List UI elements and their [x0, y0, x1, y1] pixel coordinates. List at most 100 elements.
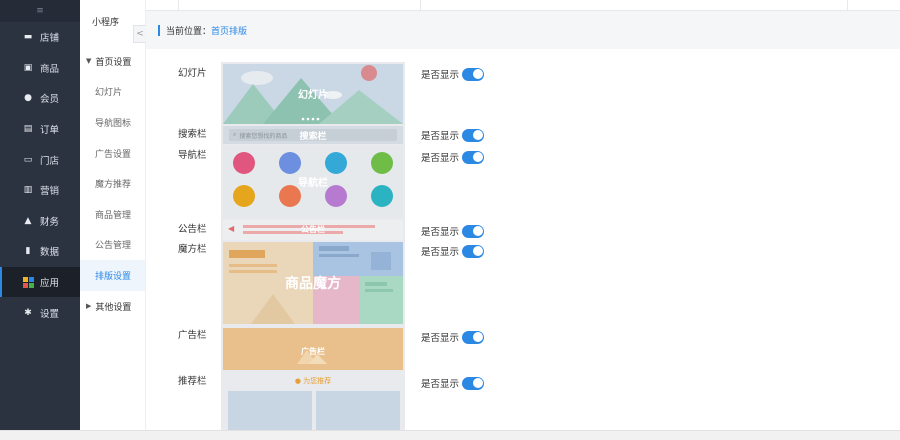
- store-icon: ▬: [23, 32, 33, 43]
- toggle-label: 是否显示: [421, 227, 460, 238]
- breadcrumb-marker: [158, 24, 160, 36]
- sidebar-item-label: 店铺: [40, 33, 60, 45]
- visibility-toggle[interactable]: [462, 150, 485, 164]
- preview-recommend[interactable]: ● 为您推荐: [223, 372, 403, 432]
- sub-nav-item[interactable]: 广告设置: [80, 138, 145, 169]
- breadcrumb-prefix: 当前位置：: [166, 26, 212, 37]
- row-label-notice: 公告栏: [178, 224, 207, 235]
- nav-icon-4: [371, 152, 393, 174]
- sub-nav-item[interactable]: 排版设置: [80, 260, 145, 291]
- notice-overlay-label: 公告栏: [301, 225, 325, 234]
- cube-overlay-label: 商品魔方: [285, 276, 341, 292]
- row-label-nav: 导航栏: [178, 150, 207, 161]
- visibility-toggle[interactable]: [462, 128, 485, 142]
- sub-nav-item[interactable]: 魔方推荐: [80, 168, 145, 199]
- row-visibility-slider: 是否显示: [421, 67, 485, 81]
- nav-overlay-label: 导航栏: [298, 178, 328, 189]
- breadcrumb-current[interactable]: 首页排版: [211, 24, 247, 37]
- toggle-label: 是否显示: [421, 379, 460, 390]
- caret-right-icon: ▶: [86, 302, 92, 311]
- nav-icon-3: [325, 152, 347, 174]
- row-label-search: 搜索栏: [178, 129, 207, 140]
- sidebar-item-label: 财务: [40, 216, 60, 228]
- sidebar-item-marketing[interactable]: ▥ 营销: [0, 175, 80, 206]
- sidebar-item-label: 应用: [40, 278, 60, 290]
- sidebar-item-label: 设置: [40, 308, 60, 320]
- cube-block: [313, 242, 403, 276]
- sidebar-item-settings[interactable]: ✱ 设置: [0, 297, 80, 328]
- sidebar-item-data[interactable]: ▮ 数据: [0, 236, 80, 267]
- apps-icon: [22, 276, 34, 288]
- nav-icon-2: [279, 152, 301, 174]
- product-card: [316, 391, 400, 432]
- sub-nav-item[interactable]: 商品管理: [80, 199, 145, 230]
- sidebar-item-label: 营销: [40, 186, 60, 198]
- visibility-toggle[interactable]: [462, 330, 485, 344]
- top-bar-divider: [847, 0, 848, 11]
- recommend-label: 为您推荐: [303, 377, 332, 385]
- preview-notice[interactable]: ◀ 公告栏: [223, 220, 403, 240]
- top-bar: [80, 0, 900, 11]
- cube-line: [319, 254, 359, 257]
- visibility-toggle[interactable]: [462, 376, 485, 390]
- sub-navigation: 小程序 ▼ 首页设置 幻灯片 导航图标 广告设置 魔方推荐 商品管理 公告管理 排版设置 ▶ 其…: [80, 0, 146, 430]
- sub-nav-group-home[interactable]: ▼ 首页设置: [80, 46, 145, 77]
- sub-nav-item[interactable]: 幻灯片: [80, 77, 145, 108]
- sub-nav-item[interactable]: 公告管理: [80, 230, 145, 261]
- row-visibility-cube: 是否显示: [421, 244, 485, 258]
- top-bar-divider: [420, 0, 421, 11]
- top-bar-divider: [178, 0, 179, 11]
- preview-cube[interactable]: 商品魔方: [223, 242, 403, 324]
- product-card: [228, 391, 312, 432]
- sidebar-item-finance[interactable]: ▲ 财务: [0, 206, 80, 237]
- row-visibility-notice: 是否显示: [421, 224, 485, 238]
- visibility-toggle[interactable]: [462, 67, 485, 81]
- sidebar-item-label: 订单: [40, 125, 60, 137]
- toggle-label: 是否显示: [421, 153, 460, 164]
- finance-icon: ▲: [24, 215, 32, 226]
- sidebar-item-store[interactable]: ▬ 店铺: [0, 22, 80, 53]
- layout-preview: 幻灯片 ⌕ 搜索您想找的商品 搜索栏 导航栏 ◀ 公告栏 商品魔方 广告栏 ● …: [221, 62, 405, 432]
- visibility-toggle[interactable]: [462, 244, 485, 258]
- sidebar-item-label: 门店: [40, 155, 60, 167]
- preview-nav[interactable]: 导航栏: [223, 146, 403, 218]
- sub-nav-group-other[interactable]: ▶ 其他设置: [80, 291, 145, 322]
- preview-search[interactable]: ⌕ 搜索您想找的商品 搜索栏: [223, 126, 403, 144]
- sidebar-toggle[interactable]: ≡: [0, 0, 80, 22]
- row-label-recommend: 推荐栏: [178, 376, 207, 387]
- cube-line: [319, 246, 349, 251]
- sidebar-item-shop[interactable]: ▭ 门店: [0, 144, 80, 175]
- nav-icon-1: [233, 152, 255, 174]
- visibility-toggle[interactable]: [462, 224, 485, 238]
- group-label: 首页设置: [95, 57, 132, 68]
- row-label-ad: 广告栏: [178, 330, 207, 341]
- group-label: 其他设置: [95, 302, 132, 313]
- recommend-header: ● 为您推荐: [223, 374, 403, 388]
- goods-icon: ▣: [23, 62, 33, 73]
- sidebar-item-goods[interactable]: ▣ 商品: [0, 53, 80, 84]
- slider-overlay-label: 幻灯片: [298, 90, 328, 101]
- settings-icon: ✱: [24, 307, 32, 318]
- toggle-label: 是否显示: [421, 70, 460, 81]
- sidebar-item-apps[interactable]: 应用: [0, 266, 80, 298]
- row-visibility-ad: 是否显示: [421, 330, 485, 344]
- footer-bar: [0, 430, 900, 440]
- sidebar-item-order[interactable]: ▤ 订单: [0, 114, 80, 145]
- caret-down-icon: ▼: [86, 57, 92, 66]
- data-icon: ▮: [25, 246, 31, 257]
- row-visibility-recommend: 是否显示: [421, 376, 485, 390]
- row-visibility-nav: 是否显示: [421, 150, 485, 164]
- sidebar-item-member[interactable]: ● 会员: [0, 83, 80, 114]
- sidebar-item-label: 会员: [40, 94, 60, 106]
- search-overlay-label: 搜索栏: [299, 132, 327, 142]
- collapse-button[interactable]: <: [133, 25, 146, 43]
- preview-ad[interactable]: 广告栏: [223, 328, 403, 370]
- toggle-label: 是否显示: [421, 247, 460, 258]
- row-label-cube: 魔方栏: [178, 244, 207, 255]
- sidebar-item-label: 商品: [40, 63, 60, 75]
- preview-slider[interactable]: 幻灯片: [223, 64, 403, 124]
- breadcrumb: 当前位置： 首页排版: [146, 11, 900, 49]
- sub-nav-item[interactable]: 导航图标: [80, 107, 145, 138]
- bag-icon: [371, 252, 391, 270]
- marketing-icon: ▥: [23, 185, 33, 196]
